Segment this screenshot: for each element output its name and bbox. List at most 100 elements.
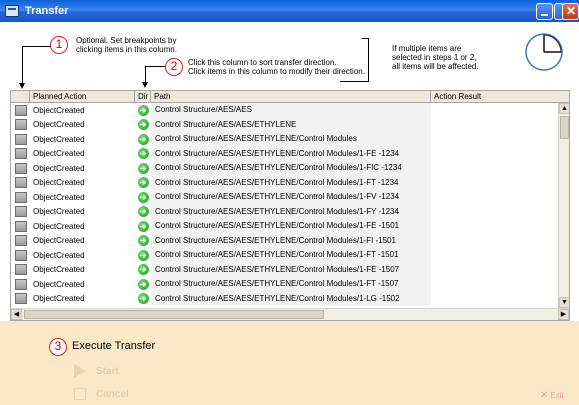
breakpoint-cell[interactable] xyxy=(11,132,30,147)
green-arrow-right-icon[interactable]: ➔ xyxy=(137,293,149,305)
scroll-left-button[interactable]: ◀ xyxy=(11,309,22,320)
table-row[interactable]: ObjectCreated ➔ Control Structure/AES/AES/… xyxy=(11,262,558,278)
horizontal-scrollbar[interactable]: ◀ ▶ xyxy=(11,308,569,320)
table-row[interactable]: ObjectCreated ➔ Control Structure/AES/AES/… xyxy=(11,175,558,191)
table-row[interactable]: ObjectCreated ➔ Control Structure/AES/AES/… xyxy=(11,291,558,307)
scroll-right-button[interactable]: ▶ xyxy=(558,309,569,320)
exit-button[interactable]: ✕ Exit xyxy=(540,390,564,401)
table-row[interactable]: ObjectCreated ➔ Control Structure/AES/AES/… xyxy=(11,146,558,162)
table-row[interactable]: ObjectCreated ➔ Control Structure/AES/AES/… xyxy=(11,117,558,133)
green-arrow-right-icon[interactable]: ➔ xyxy=(137,133,149,145)
horizontal-scroll-thumb[interactable] xyxy=(24,310,324,319)
header-planned-action[interactable]: Planned Action xyxy=(30,91,135,103)
breakpoint-toggle-icon[interactable] xyxy=(14,220,27,232)
action-result-cell xyxy=(431,118,558,133)
green-arrow-right-icon[interactable]: ➔ xyxy=(137,104,149,116)
close-button[interactable] xyxy=(562,3,579,20)
breakpoint-cell[interactable] xyxy=(11,263,30,278)
planned-action-cell: ObjectCreated xyxy=(33,163,85,173)
planned-action-cell: ObjectCreated xyxy=(33,207,85,217)
breakpoint-cell[interactable] xyxy=(11,176,30,191)
pie-chart-icon xyxy=(525,33,563,71)
scroll-up-button[interactable]: ▲ xyxy=(559,103,569,114)
scroll-down-button[interactable]: ▼ xyxy=(559,297,569,308)
breakpoint-toggle-icon[interactable] xyxy=(14,104,27,116)
breakpoint-cell[interactable] xyxy=(11,147,30,162)
breakpoint-cell[interactable] xyxy=(11,103,30,118)
vertical-scroll-thumb[interactable] xyxy=(560,116,569,139)
table-row[interactable]: ObjectCreated ➔ Control Structure/AES/AES xyxy=(11,103,558,118)
breakpoint-toggle-icon[interactable] xyxy=(14,177,27,189)
breakpoint-cell[interactable] xyxy=(11,219,30,234)
table-row[interactable]: ObjectCreated ➔ Control Structure/AES/AES/… xyxy=(11,219,558,234)
breakpoint-cell[interactable] xyxy=(11,248,30,263)
direction-cell[interactable]: ➔ xyxy=(135,148,151,160)
breakpoint-toggle-icon[interactable] xyxy=(14,162,27,174)
table-row[interactable]: ObjectCreated ➔ Control Structure/AES/AES/… xyxy=(11,161,558,176)
table-row[interactable]: ObjectCreated ➔ Control Structure/AES/AES/… xyxy=(11,204,558,220)
multi-bracket-bottom xyxy=(340,81,369,82)
breakpoint-cell[interactable] xyxy=(11,234,30,249)
header-action-result[interactable]: Action Result xyxy=(431,91,569,103)
direction-cell[interactable]: ➔ xyxy=(135,162,151,174)
table-row[interactable]: ObjectCreated ➔ Control Structure/AES/AES/… xyxy=(11,190,558,205)
path-cell: Control Structure/AES/AES/ETHYLENE/Contr… xyxy=(151,132,431,147)
breakpoint-toggle-icon[interactable] xyxy=(14,133,27,145)
breakpoint-cell[interactable] xyxy=(11,277,30,292)
breakpoint-cell[interactable] xyxy=(11,161,30,176)
planned-action-cell: ObjectCreated xyxy=(33,134,85,144)
direction-cell[interactable]: ➔ xyxy=(135,264,151,276)
breakpoint-cell[interactable] xyxy=(11,118,30,133)
table-row[interactable]: ObjectCreated ➔ Control Structure/AES/AES/… xyxy=(11,233,558,249)
breakpoint-toggle-icon[interactable] xyxy=(14,293,27,305)
green-arrow-right-icon[interactable]: ➔ xyxy=(137,235,149,247)
step3-number: 3 xyxy=(49,338,67,356)
header-breakpoint[interactable] xyxy=(11,91,30,103)
green-arrow-right-icon[interactable]: ➔ xyxy=(137,206,149,218)
table-row[interactable]: ObjectCreated ➔ Control Structure/AES/AES/… xyxy=(11,277,558,292)
table-row[interactable]: ObjectCreated ➔ Control Structure/AES/AES/… xyxy=(11,248,558,263)
header-dir[interactable]: Dir xyxy=(135,91,151,103)
direction-cell[interactable]: ➔ xyxy=(135,104,151,116)
green-arrow-right-icon[interactable]: ➔ xyxy=(137,148,149,160)
table-row[interactable]: ObjectCreated ➔ Control Structure/AES/AES/… xyxy=(11,132,558,147)
direction-cell[interactable]: ➔ xyxy=(135,206,151,218)
start-button[interactable]: Start xyxy=(74,364,119,378)
green-arrow-right-icon[interactable]: ➔ xyxy=(137,119,149,131)
direction-cell[interactable]: ➔ xyxy=(135,249,151,261)
breakpoint-toggle-icon[interactable] xyxy=(14,119,27,131)
action-result-cell xyxy=(431,263,558,278)
minimize-button[interactable] xyxy=(536,3,553,20)
breakpoint-toggle-icon[interactable] xyxy=(14,264,27,276)
breakpoint-toggle-icon[interactable] xyxy=(14,206,27,218)
title-bar: Transfer xyxy=(0,0,579,22)
breakpoint-cell[interactable] xyxy=(11,205,30,220)
green-arrow-right-icon[interactable]: ➔ xyxy=(137,278,149,290)
breakpoint-toggle-icon[interactable] xyxy=(14,249,27,261)
green-arrow-right-icon[interactable]: ➔ xyxy=(137,264,149,276)
direction-cell[interactable]: ➔ xyxy=(135,191,151,203)
green-arrow-right-icon[interactable]: ➔ xyxy=(137,220,149,232)
header-path[interactable]: Path xyxy=(151,91,431,103)
breakpoint-cell[interactable] xyxy=(11,190,30,205)
planned-action-cell: ObjectCreated xyxy=(33,236,85,246)
breakpoint-toggle-icon[interactable] xyxy=(14,235,27,247)
direction-cell[interactable]: ➔ xyxy=(135,119,151,131)
green-arrow-right-icon[interactable]: ➔ xyxy=(137,162,149,174)
direction-cell[interactable]: ➔ xyxy=(135,177,151,189)
breakpoint-toggle-icon[interactable] xyxy=(14,191,27,203)
direction-cell[interactable]: ➔ xyxy=(135,235,151,247)
direction-cell[interactable]: ➔ xyxy=(135,278,151,290)
direction-cell[interactable]: ➔ xyxy=(135,220,151,232)
green-arrow-right-icon[interactable]: ➔ xyxy=(137,249,149,261)
breakpoint-toggle-icon[interactable] xyxy=(14,148,27,160)
direction-cell[interactable]: ➔ xyxy=(135,133,151,145)
breakpoint-toggle-icon[interactable] xyxy=(14,278,27,290)
direction-cell[interactable]: ➔ xyxy=(135,293,151,305)
step1-arrow-head xyxy=(19,83,25,89)
green-arrow-right-icon[interactable]: ➔ xyxy=(137,177,149,189)
breakpoint-cell[interactable] xyxy=(11,292,30,307)
green-arrow-right-icon[interactable]: ➔ xyxy=(137,191,149,203)
cancel-button[interactable]: Cancel xyxy=(74,388,129,400)
vertical-scrollbar[interactable]: ▲ ▼ xyxy=(558,103,569,308)
